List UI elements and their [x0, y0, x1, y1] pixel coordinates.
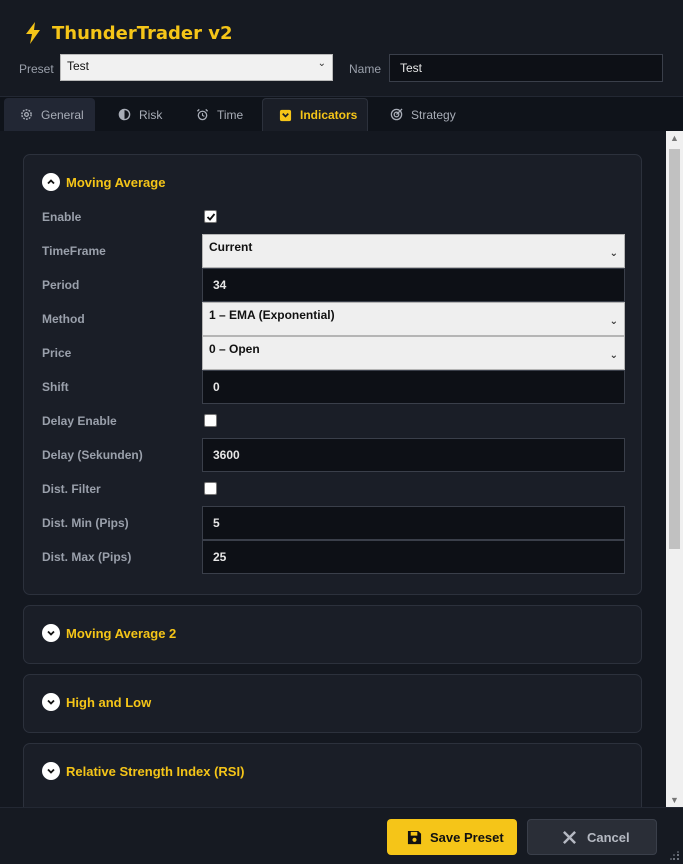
app-title: ThunderTrader v2 — [52, 22, 233, 44]
tab-label: Strategy — [411, 107, 456, 122]
dist-filter-checkbox[interactable] — [204, 482, 217, 495]
top-bar: ThunderTrader v2 Preset Test ⌄ Name Test — [0, 0, 683, 97]
delay-enable-checkbox[interactable] — [204, 414, 217, 427]
dist-max-input[interactable]: 25 — [202, 540, 625, 574]
preset-value: Test — [67, 59, 90, 73]
scroll-up-icon[interactable]: ▲ — [669, 133, 680, 143]
price-label: Price — [42, 346, 72, 360]
cancel-button[interactable]: Cancel — [527, 819, 657, 855]
chevron-up-icon — [42, 173, 60, 191]
app-window: ThunderTrader v2 Preset Test ⌄ Name Test… — [0, 0, 683, 864]
tab-time[interactable]: Time — [180, 98, 260, 131]
delay-enable-label: Delay Enable — [42, 414, 117, 428]
chevron-down-icon: ⌄ — [609, 248, 618, 259]
shift-label: Shift — [42, 380, 69, 394]
save-preset-button[interactable]: Save Preset — [387, 819, 517, 855]
enable-label: Enable — [42, 210, 82, 224]
panel-title: High and Low — [66, 694, 152, 710]
close-icon — [563, 830, 576, 844]
panel-rsi: Relative Strength Index (RSI) — [23, 743, 642, 807]
price-value: 0 – Open — [209, 342, 260, 356]
name-input[interactable]: Test — [389, 54, 663, 82]
delay-input[interactable]: 3600 — [202, 438, 625, 472]
tab-label: Time — [217, 107, 244, 122]
footer-bar: Save Preset Cancel — [0, 807, 683, 864]
indicators-content: Moving Average Enable TimeFrame Current … — [0, 131, 666, 807]
period-label: Period — [42, 278, 80, 292]
gear-icon — [21, 109, 32, 120]
tab-bar: General Risk Time Indicators Strategy — [0, 97, 683, 131]
vertical-scrollbar[interactable]: ▲ ▼ — [666, 131, 683, 807]
chevron-down-icon — [42, 693, 60, 711]
lightning-bolt-icon — [26, 22, 40, 44]
panel-header-moving-average-2[interactable]: Moving Average 2 — [42, 624, 176, 642]
dist-max-label: Dist. Max (Pips) — [42, 550, 132, 564]
tab-risk[interactable]: Risk — [102, 98, 182, 131]
name-label: Name — [349, 62, 382, 76]
dist-min-label: Dist. Min (Pips) — [42, 516, 129, 530]
shift-input[interactable]: 0 — [202, 370, 625, 404]
period-input[interactable]: 34 — [202, 268, 625, 302]
tab-strategy[interactable]: Strategy — [374, 98, 474, 131]
panel-header-moving-average[interactable]: Moving Average — [42, 173, 165, 191]
chevron-down-icon — [42, 624, 60, 642]
scroll-down-icon[interactable]: ▼ — [669, 795, 680, 805]
half-circle-icon — [118, 108, 131, 121]
timeframe-label: TimeFrame — [42, 244, 106, 258]
scroll-thumb[interactable] — [669, 149, 680, 549]
tab-label: Risk — [139, 107, 163, 122]
panel-title: Moving Average — [66, 174, 166, 190]
chevron-down-icon: ⌄ — [317, 58, 326, 69]
alarm-clock-icon — [196, 108, 209, 121]
delay-label: Delay (Sekunden) — [42, 448, 143, 462]
target-icon — [390, 108, 403, 121]
preset-select[interactable]: Test ⌄ — [60, 54, 333, 81]
chevron-down-icon — [42, 762, 60, 780]
tab-indicators[interactable]: Indicators — [262, 98, 368, 131]
panel-moving-average-2: Moving Average 2 — [23, 605, 642, 664]
title-row: ThunderTrader v2 — [24, 20, 233, 46]
panel-header-high-and-low[interactable]: High and Low — [42, 693, 151, 711]
price-select[interactable]: 0 – Open ⌄ — [202, 336, 625, 370]
panel-title: Relative Strength Index (RSI) — [66, 763, 245, 779]
cancel-label: Cancel — [587, 829, 630, 845]
check-icon — [206, 213, 216, 221]
panel-header-rsi[interactable]: Relative Strength Index (RSI) — [42, 762, 244, 780]
resize-grip-icon[interactable] — [670, 851, 680, 861]
dist-filter-label: Dist. Filter — [42, 482, 101, 496]
tab-label: General — [41, 107, 84, 122]
chevron-down-icon: ⌄ — [609, 316, 618, 327]
floppy-disk-icon — [407, 830, 422, 844]
panel-high-and-low: High and Low — [23, 674, 642, 733]
method-label: Method — [42, 312, 85, 326]
method-select[interactable]: 1 – EMA (Exponential) ⌄ — [202, 302, 625, 336]
timeframe-select[interactable]: Current ⌄ — [202, 234, 625, 268]
dist-min-input[interactable]: 5 — [202, 506, 625, 540]
enable-checkbox[interactable] — [204, 210, 217, 223]
indicator-icon — [279, 109, 292, 121]
save-label: Save Preset — [430, 829, 504, 845]
tab-general[interactable]: General — [4, 98, 95, 131]
tab-label: Indicators — [300, 108, 358, 122]
panel-moving-average: Moving Average Enable TimeFrame Current … — [23, 154, 642, 595]
method-value: 1 – EMA (Exponential) — [209, 308, 335, 322]
preset-label: Preset — [19, 62, 54, 76]
timeframe-value: Current — [209, 240, 253, 254]
panel-title: Moving Average 2 — [66, 625, 177, 641]
chevron-down-icon: ⌄ — [609, 350, 618, 361]
